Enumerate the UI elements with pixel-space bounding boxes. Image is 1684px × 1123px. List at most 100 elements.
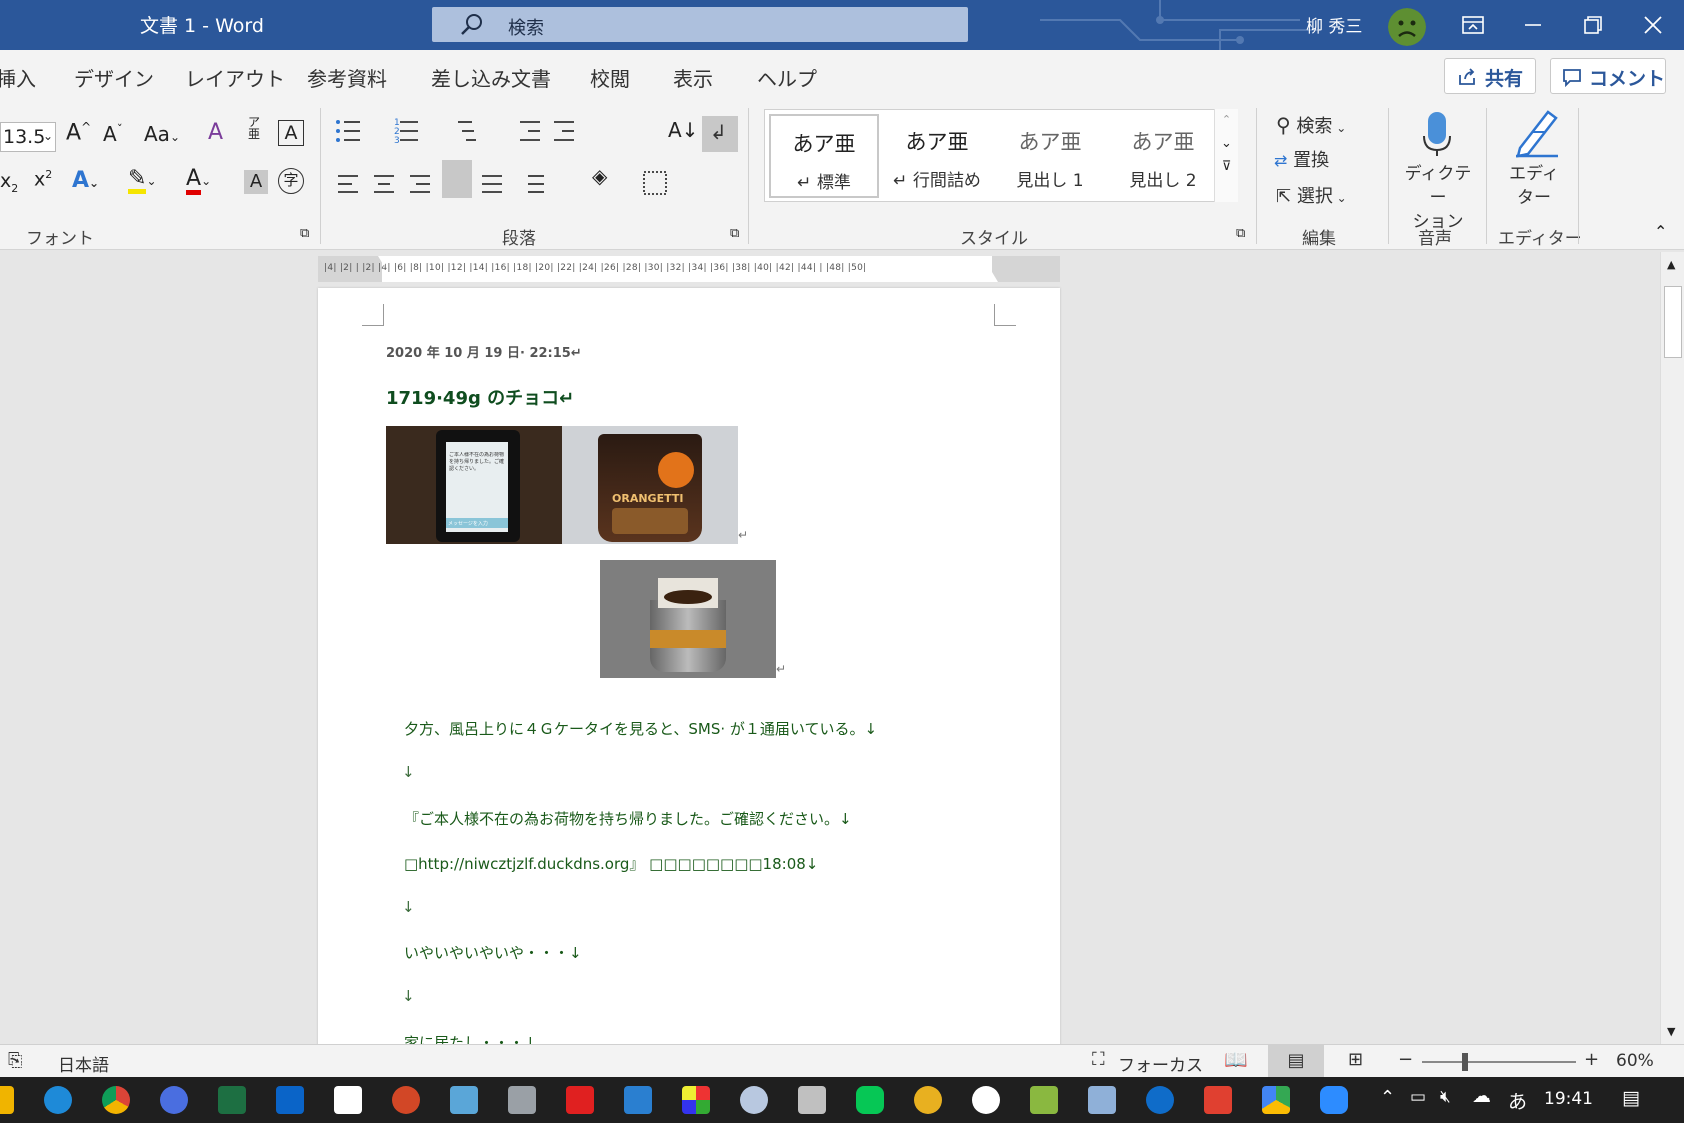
- read-mode-icon[interactable]: 📖: [1224, 1048, 1248, 1071]
- excel-icon[interactable]: [218, 1086, 246, 1114]
- character-shading-icon[interactable]: A: [244, 170, 268, 194]
- zoom-out-icon[interactable]: −: [1398, 1049, 1413, 1070]
- pdf-png-icon[interactable]: [1204, 1086, 1232, 1114]
- chevron-up-icon[interactable]: ⌃: [1380, 1087, 1395, 1108]
- proofing-icon[interactable]: ⎘: [8, 1050, 22, 1071]
- tab-mailings[interactable]: 差し込み文書: [431, 63, 551, 92]
- app-icon[interactable]: [450, 1086, 478, 1114]
- style-no-spacing[interactable]: あア亜 ↵ 行間詰め: [882, 114, 992, 198]
- shrink-font-icon[interactable]: Aˇ: [103, 122, 123, 146]
- onedrive-icon[interactable]: [1146, 1086, 1174, 1114]
- change-case-icon[interactable]: Aa⌄: [144, 122, 180, 146]
- font-color-icon[interactable]: A⌄: [186, 166, 211, 195]
- highlight-color-icon[interactable]: ✎⌄: [128, 166, 157, 194]
- comment-button[interactable]: コメント: [1550, 58, 1666, 94]
- tab-design[interactable]: デザイン: [74, 63, 154, 92]
- horizontal-ruler[interactable]: |4| |2| | |2| |4| |6| |8| |10| |12| |14|…: [318, 256, 1060, 282]
- zoom-in-icon[interactable]: +: [1584, 1049, 1599, 1070]
- tab-insert[interactable]: 挿入: [0, 63, 36, 92]
- zoom-slider[interactable]: [1422, 1053, 1576, 1071]
- phonetic-guide-icon[interactable]: ア亜: [248, 116, 260, 140]
- youtube-icon[interactable]: [566, 1086, 594, 1114]
- coffee-photo[interactable]: [600, 560, 776, 678]
- avatar-icon[interactable]: [1388, 8, 1426, 46]
- editor-pen-icon[interactable]: [1510, 108, 1562, 158]
- snipping-icon[interactable]: [798, 1086, 826, 1114]
- user-name[interactable]: 柳 秀三: [1306, 12, 1362, 37]
- styles-scroll[interactable]: ⌃ ⌄ ⊽: [1214, 109, 1238, 202]
- vertical-scrollbar[interactable]: ▲ ▼: [1660, 252, 1684, 1044]
- sort-icon[interactable]: A↓: [668, 118, 698, 142]
- powerpoint-icon[interactable]: [392, 1086, 420, 1114]
- style-heading-1[interactable]: あア亜 見出し 1: [995, 114, 1105, 198]
- tab-references[interactable]: 参考資料: [307, 63, 387, 92]
- share-button[interactable]: 共有: [1444, 58, 1536, 94]
- close-icon[interactable]: [1638, 10, 1668, 40]
- subscript-icon[interactable]: x2: [0, 170, 18, 195]
- ribbon-display-options-icon[interactable]: [1458, 10, 1488, 40]
- superscript-icon[interactable]: x2: [34, 168, 52, 190]
- tab-review[interactable]: 校閲: [590, 63, 630, 92]
- people-icon[interactable]: [160, 1086, 188, 1114]
- chocolate-photo[interactable]: ORANGETTI: [562, 426, 738, 544]
- minimize-icon[interactable]: [1518, 10, 1548, 40]
- scroll-thumb[interactable]: [1664, 286, 1682, 358]
- collapse-ribbon-icon[interactable]: ⌃: [1654, 222, 1667, 241]
- notification-icon[interactable]: ▤: [1622, 1087, 1640, 1109]
- ime-indicator[interactable]: あ: [1508, 1087, 1527, 1114]
- palette-icon[interactable]: [740, 1086, 768, 1114]
- find-button[interactable]: ⚲ 検索 ⌄: [1276, 112, 1346, 138]
- font-dialog-launcher-icon[interactable]: ⧉: [300, 226, 309, 241]
- shading-icon[interactable]: ◈: [592, 164, 607, 188]
- scroll-up-icon[interactable]: ▲: [1667, 258, 1675, 271]
- cloud-icon[interactable]: ☁: [1472, 1085, 1491, 1107]
- styles-dialog-launcher-icon[interactable]: ⧉: [1236, 226, 1245, 241]
- battery-icon[interactable]: ▭: [1410, 1087, 1426, 1107]
- zoom-level[interactable]: 60%: [1616, 1051, 1654, 1071]
- text-effects-icon[interactable]: A⌄: [72, 168, 99, 193]
- font-size-select[interactable]: 13.5 ⌄: [0, 122, 56, 152]
- google-icon[interactable]: [972, 1086, 1000, 1114]
- phone-photo[interactable]: ご本人様不在の為お荷物を持ち帰りました。ご確認ください。 メッセージを入力: [386, 426, 562, 544]
- show-formatting-button[interactable]: ↲: [702, 116, 738, 152]
- play-store-icon[interactable]: [1262, 1086, 1290, 1114]
- more-styles-icon[interactable]: ⊽: [1215, 159, 1238, 174]
- chevron-down-icon[interactable]: ⌄: [1215, 136, 1238, 151]
- zoom-icon[interactable]: [1320, 1086, 1348, 1114]
- maps-icon[interactable]: [1030, 1086, 1058, 1114]
- tab-view[interactable]: 表示: [673, 63, 713, 92]
- clear-formatting-icon[interactable]: A: [208, 120, 223, 145]
- mascot-icon[interactable]: [914, 1086, 942, 1114]
- paint-icon[interactable]: [682, 1086, 710, 1114]
- chrome-icon[interactable]: [102, 1086, 130, 1114]
- printer-icon[interactable]: [508, 1086, 536, 1114]
- style-normal[interactable]: あア亜 ↵ 標準: [769, 114, 879, 198]
- photos-icon[interactable]: [624, 1086, 652, 1114]
- clock[interactable]: 19:41: [1544, 1089, 1593, 1109]
- tab-help[interactable]: ヘルプ: [757, 63, 817, 92]
- search-box[interactable]: 検索: [432, 7, 968, 42]
- line-icon[interactable]: [856, 1086, 884, 1114]
- language-indicator[interactable]: 日本語: [58, 1051, 109, 1076]
- microphone-icon[interactable]: [1420, 110, 1454, 158]
- inbox-icon[interactable]: [1088, 1086, 1116, 1114]
- paragraph-dialog-launcher-icon[interactable]: ⧉: [730, 226, 739, 241]
- focus-button[interactable]: フォーカス: [1118, 1051, 1203, 1076]
- replace-button[interactable]: ⇄ 置換: [1274, 146, 1329, 172]
- restore-icon[interactable]: [1578, 10, 1608, 40]
- zoom-slider-thumb[interactable]: [1462, 1053, 1468, 1071]
- scroll-down-icon[interactable]: ▼: [1667, 1025, 1675, 1038]
- style-heading-2[interactable]: あア亜 見出し 2: [1108, 114, 1218, 198]
- edge-icon[interactable]: [44, 1086, 72, 1114]
- indent-marker-left[interactable]: [378, 256, 390, 266]
- grow-font-icon[interactable]: A^: [66, 120, 91, 145]
- select-button[interactable]: ⇱ 選択 ⌄: [1276, 182, 1347, 208]
- web-layout-icon[interactable]: ⊞: [1348, 1049, 1363, 1070]
- volume-muted-icon[interactable]: 🔇︎: [1440, 1087, 1451, 1107]
- file-explorer-icon[interactable]: [0, 1086, 14, 1114]
- justify-align-button[interactable]: [442, 160, 472, 198]
- outlook-icon[interactable]: [276, 1086, 304, 1114]
- focus-icon[interactable]: ⛶: [1092, 1049, 1105, 1070]
- indent-marker-right[interactable]: [986, 272, 998, 282]
- character-border-icon[interactable]: A: [278, 120, 304, 146]
